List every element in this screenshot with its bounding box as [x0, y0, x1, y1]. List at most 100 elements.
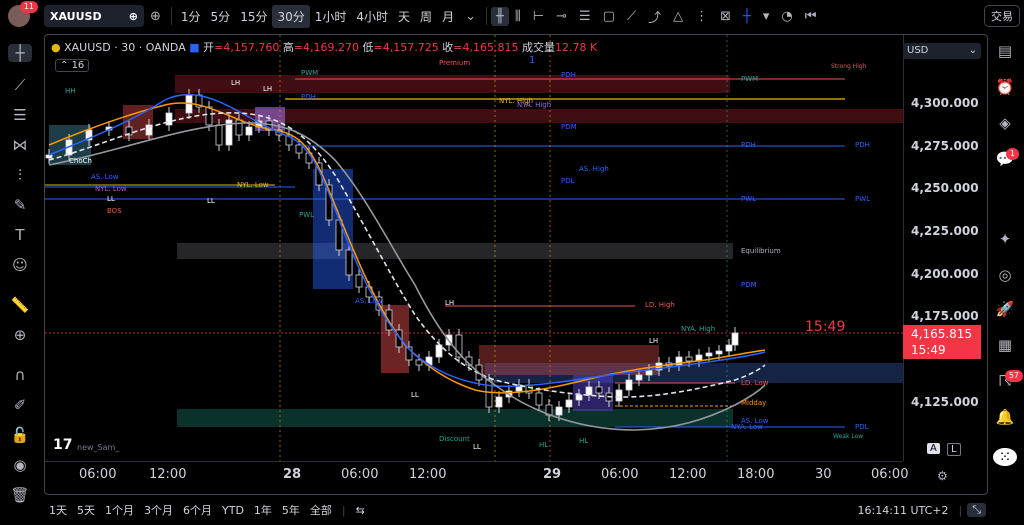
lock-icon[interactable]: 🔓 — [8, 426, 32, 444]
date-range-icon[interactable]: ⇆ — [351, 504, 370, 517]
alert-icon[interactable]: ◔ — [775, 9, 798, 24]
range-all[interactable]: 全部 — [305, 502, 337, 518]
trendline-icon[interactable]: ⟋ — [621, 9, 642, 24]
range-1y[interactable]: 1年 — [249, 502, 277, 518]
target-icon[interactable]: ◎ — [993, 266, 1017, 284]
eye-icon[interactable]: ◉ — [8, 456, 32, 474]
clock-label[interactable]: 16:14:11 UTC+2 — [853, 504, 954, 517]
feed-icon[interactable]: ☈ 57 — [993, 370, 1023, 390]
interval-1mo[interactable]: 月 — [437, 5, 459, 28]
candle-body — [715, 350, 723, 355]
range-5y[interactable]: 5年 — [277, 502, 305, 518]
symbol-search[interactable]: XAUUSD ⊕ — [44, 5, 144, 27]
log-scale-button[interactable]: L — [947, 443, 961, 456]
time-label: 18:00 — [737, 467, 775, 482]
divider — [485, 7, 487, 25]
alarm-clock-icon[interactable]: ⏰ — [993, 78, 1017, 96]
more-tools-icon[interactable]: ▾ — [757, 9, 776, 24]
horizontal-line-icon[interactable]: ⊸ — [550, 9, 573, 24]
range-ytd[interactable]: YTD — [217, 504, 249, 517]
crosshair-tool-icon[interactable]: ┼ — [8, 44, 32, 62]
choch-label: ChoCh — [69, 157, 92, 165]
time-label: 29 — [543, 467, 562, 482]
calendar-icon[interactable]: ▦ — [993, 336, 1017, 354]
emoji-tool-icon[interactable]: ☺ — [8, 256, 32, 274]
text-tool-icon[interactable]: T — [8, 226, 32, 244]
bar-style-icon[interactable]: ⫼ — [509, 9, 527, 24]
currency-selector[interactable]: USD ⌄ — [903, 43, 981, 59]
zoom-in-icon[interactable]: ⊕ — [8, 326, 32, 344]
auto-scale-button[interactable]: A — [927, 443, 940, 454]
symbol-dropdown-icon[interactable]: ⊕ — [129, 10, 138, 23]
trendline-tool-icon[interactable]: ⟋ — [8, 76, 32, 94]
interval-30m[interactable]: 30分 — [272, 4, 310, 28]
ruler-tool-icon[interactable]: 📏 — [8, 296, 32, 314]
magnet-icon[interactable]: ∩ — [8, 366, 32, 384]
range-1d[interactable]: 1天 — [44, 502, 72, 518]
long-position-icon[interactable]: ⊠ — [714, 9, 737, 24]
lh-label-4: LH — [649, 337, 659, 345]
candle-body — [485, 379, 493, 408]
ld-high-label: LD. High — [645, 301, 675, 309]
settings-gear-icon[interactable]: ⚙ — [937, 469, 948, 483]
watchlist-icon[interactable]: ▤ — [993, 42, 1017, 60]
interval-15m[interactable]: 15分 — [235, 5, 272, 28]
replay-icon[interactable]: ⏮ — [799, 9, 823, 24]
apps-grid-icon[interactable]: ⁙ — [993, 448, 1017, 466]
brush-tool-icon[interactable]: ✎ — [8, 196, 32, 214]
interval-1h[interactable]: 1小时 — [310, 5, 352, 28]
range-3m[interactable]: 3个月 — [139, 502, 178, 518]
trade-button[interactable]: 交易 — [984, 5, 1020, 27]
price-label: 4,275.000 — [911, 139, 979, 153]
path-icon[interactable]: ⤴ — [642, 7, 667, 26]
ray-icon[interactable]: ⊢ — [527, 9, 550, 24]
crosshair-icon[interactable]: ┼ — [737, 9, 757, 24]
interval-1m[interactable]: 1分 — [176, 5, 206, 28]
chat-icon[interactable]: 💬 1 — [993, 148, 1019, 168]
pdh-label-far: PDH — [855, 141, 870, 149]
range-5d[interactable]: 5天 — [72, 502, 100, 518]
price-label: 4,175.000 — [911, 309, 979, 323]
add-compare-icon[interactable]: ⊕ — [144, 9, 167, 24]
trash-icon[interactable]: 🗑 — [8, 486, 32, 504]
interval-4h[interactable]: 4小时 — [351, 5, 393, 28]
prediction-tool-icon[interactable]: ⫶ — [8, 166, 32, 184]
notification-bell-icon[interactable]: 🔔 — [993, 408, 1017, 426]
time-label: 12:00 — [409, 467, 447, 482]
pdm-label: PDM — [561, 123, 577, 131]
nya-high-label-top: NYA. High — [517, 101, 552, 109]
interval-1d[interactable]: 天 — [393, 5, 415, 28]
gold-icon: ● — [51, 41, 61, 54]
left-drawing-toolbar: ┼ ⟋ ☰ ⋈ ⫶ ✎ T ☺ 📏 ⊕ ∩ ✐ 🔓 ◉ 🗑 — [0, 34, 40, 525]
fib-tool-icon[interactable]: ☰ — [8, 106, 32, 124]
tradingview-logo[interactable]: 17 — [53, 437, 72, 453]
ideas-icon[interactable]: ✦ — [993, 230, 1017, 248]
high-value: =4,169.270 — [293, 41, 360, 54]
chart-pane[interactable]: ● XAUUSD · 30 · OANDA ■ 开=4,157.760 高=4,… — [44, 34, 988, 495]
currency-label: USD — [907, 45, 929, 56]
range-6m[interactable]: 6个月 — [178, 502, 217, 518]
layers-icon[interactable]: ◈ — [993, 114, 1017, 132]
candle-body — [435, 344, 443, 358]
pdm-label-right: PDM — [741, 281, 757, 289]
channel-icon[interactable]: ☰ — [573, 9, 597, 24]
pattern-tool-icon[interactable]: ⋈ — [8, 136, 32, 154]
chevron-down-icon[interactable]: ⌄ — [459, 9, 482, 24]
lock-drawing-icon[interactable]: ✐ — [8, 396, 32, 414]
rectangle-icon[interactable]: ▢ — [597, 9, 621, 24]
candle-body — [635, 374, 643, 381]
range-1m[interactable]: 1个月 — [100, 502, 139, 518]
projection-icon[interactable]: △ — [667, 9, 689, 24]
divider: | — [341, 503, 346, 517]
fib-icon[interactable]: ⋮ — [689, 9, 714, 24]
countdown-overlay: 15:49 — [805, 319, 846, 335]
avatar[interactable]: 11 — [8, 1, 38, 27]
maximize-icon[interactable]: ⤡ — [967, 503, 986, 517]
rocket-icon[interactable]: 🚀 — [993, 300, 1017, 318]
indicator-toggle[interactable]: ⌃ 16 — [55, 59, 90, 72]
interval-1w[interactable]: 周 — [415, 5, 437, 28]
interval-5m[interactable]: 5分 — [206, 5, 236, 28]
indicator-count: 16 — [71, 60, 85, 71]
candles-icon[interactable]: ╫ — [490, 6, 509, 26]
legend-title[interactable]: XAUUSD · 30 · OANDA — [64, 41, 186, 54]
